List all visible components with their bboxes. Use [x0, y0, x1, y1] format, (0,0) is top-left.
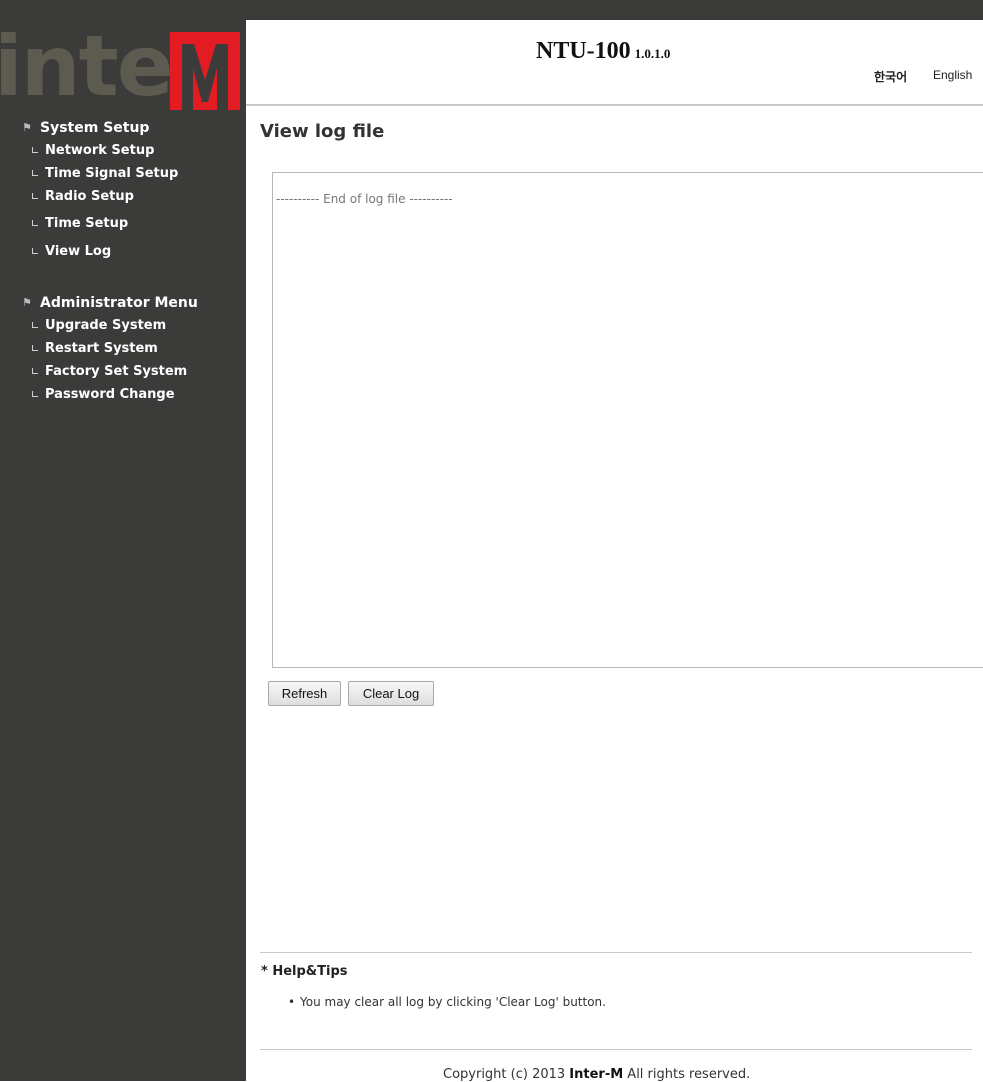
language-korean-link[interactable]: 한국어 — [874, 68, 907, 85]
product-title: NTU-100 1.0.1.0 — [536, 38, 670, 65]
sidebar-item-label: Password Change — [45, 387, 175, 402]
logo-m-mark: M — [170, 32, 240, 110]
bullet-icon — [32, 147, 38, 153]
section-administrator-menu[interactable]: ⚑ Administrator Menu — [22, 295, 198, 311]
sidebar-item-view-log[interactable]: View Log — [32, 244, 111, 259]
clear-log-button[interactable]: Clear Log — [348, 681, 434, 706]
log-line: ---------- End of log file ---------- — [276, 192, 453, 206]
bullet-icon — [32, 345, 38, 351]
section-title: Administrator Menu — [40, 295, 198, 311]
sidebar-item-password-change[interactable]: Password Change — [32, 387, 175, 402]
top-bar — [0, 0, 983, 20]
header-divider — [246, 104, 983, 106]
bullet-icon — [32, 248, 38, 254]
section-title: System Setup — [40, 120, 150, 136]
sidebar-item-upgrade-system[interactable]: Upgrade System — [32, 318, 166, 333]
bullet-dot-icon: • — [288, 995, 296, 1009]
log-textarea[interactable]: ---------- End of log file ---------- — [272, 172, 983, 668]
bullet-icon — [32, 368, 38, 374]
sidebar-item-label: View Log — [45, 244, 112, 259]
sidebar-item-time-signal-setup[interactable]: Time Signal Setup — [32, 166, 178, 181]
sidebar-item-radio-setup[interactable]: Radio Setup — [32, 189, 134, 204]
product-version: 1.0.1.0 — [634, 46, 671, 61]
sidebar-item-factory-set-system[interactable]: Factory Set System — [32, 364, 187, 379]
section-system-setup[interactable]: ⚑ System Setup — [22, 120, 149, 136]
flag-icon: ⚑ — [22, 296, 32, 309]
bullet-icon — [32, 391, 38, 397]
sidebar-item-network-setup[interactable]: Network Setup — [32, 143, 154, 158]
help-title: * Help&Tips — [261, 964, 348, 979]
bullet-icon — [32, 220, 38, 226]
help-item: • You may clear all log by clicking 'Clea… — [288, 995, 606, 1009]
product-name: NTU-100 — [536, 38, 631, 64]
sidebar-item-label: Time Setup — [45, 216, 129, 231]
sidebar-item-label: Network Setup — [45, 143, 155, 158]
help-divider — [260, 952, 972, 953]
copyright: Copyright (c) 2013 Inter-M All rights re… — [443, 1067, 750, 1082]
sidebar-item-label: Restart System — [45, 341, 158, 356]
bullet-icon — [32, 322, 38, 328]
copyright-suffix: All rights reserved. — [623, 1067, 751, 1082]
copyright-prefix: Copyright (c) 2013 — [443, 1067, 570, 1082]
sidebar-item-label: Time Signal Setup — [45, 166, 179, 181]
page-title: View log file — [260, 121, 385, 142]
sidebar-item-restart-system[interactable]: Restart System — [32, 341, 158, 356]
bullet-icon — [32, 170, 38, 176]
sidebar: inter M ⚑ System Setup Network Setup Time… — [0, 20, 246, 1081]
interm-logo: inter M — [0, 32, 240, 110]
sidebar-item-time-setup[interactable]: Time Setup — [32, 216, 128, 231]
refresh-button[interactable]: Refresh — [268, 681, 341, 706]
copyright-company: Inter-M — [569, 1067, 624, 1082]
flag-icon: ⚑ — [22, 121, 32, 134]
sidebar-item-label: Factory Set System — [45, 364, 188, 379]
sidebar-item-label: Radio Setup — [45, 189, 134, 204]
language-english-link[interactable]: English — [933, 68, 972, 82]
help-item-text: You may clear all log by clicking 'Clear… — [300, 995, 606, 1009]
sidebar-item-label: Upgrade System — [45, 318, 167, 333]
footer-divider — [260, 1049, 972, 1050]
bullet-icon — [32, 193, 38, 199]
